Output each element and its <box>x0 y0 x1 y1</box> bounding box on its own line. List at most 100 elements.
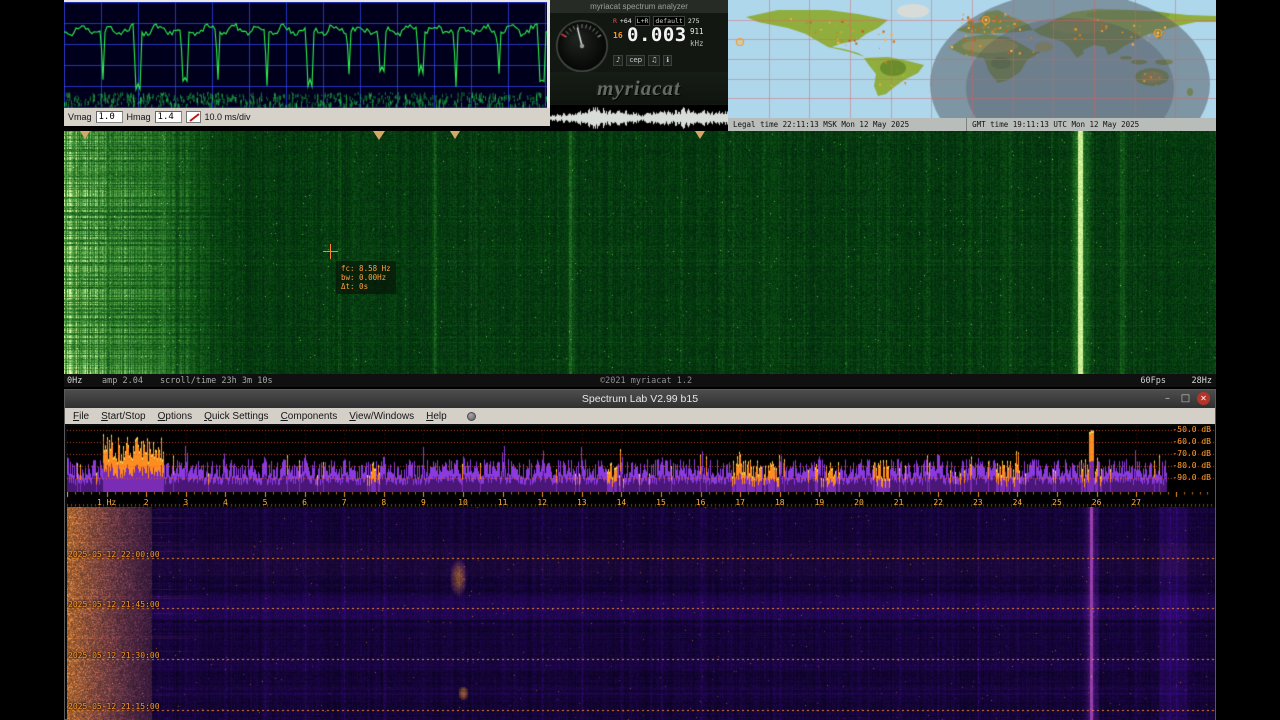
timebase-label: 10.0 ms/div <box>204 112 251 122</box>
db-label: -60.0 dB <box>1172 437 1211 446</box>
db-label: -50.0 dB <box>1172 425 1211 434</box>
timestamp-label: 2025-05-12 21:45:00 <box>68 600 160 609</box>
menu-file[interactable]: File <box>67 411 95 422</box>
menu-start-stop[interactable]: Start/Stop <box>95 411 151 422</box>
frequency-tick-label: 15 <box>656 498 666 507</box>
crosshair <box>330 244 331 259</box>
timestamp-label: 2025-05-12 22:00:00 <box>68 550 160 559</box>
vmag-input[interactable]: 1.0 <box>95 111 123 123</box>
menu-help[interactable]: Help <box>420 411 453 422</box>
frequency-marker[interactable] <box>373 131 385 140</box>
oscilloscope-screen <box>64 0 550 108</box>
frequency-tick-label: 19 <box>814 498 825 507</box>
frequency-tick-label: 17 <box>735 498 746 507</box>
db-label: -80.0 dB <box>1172 461 1211 470</box>
frequency-marker[interactable] <box>695 131 705 139</box>
menu-bar: File Start/Stop Options Quick Settings Compo… <box>65 408 1215 424</box>
frequency-tick-label: 13 <box>576 498 587 507</box>
time-bar: Legal time 22:11:13 MSK Mon 12 May 2025 … <box>728 118 1216 131</box>
frequency-tick-label: 27 <box>1131 498 1142 507</box>
cep-button[interactable]: cep <box>626 55 646 66</box>
frequency-tick-label: 22 <box>933 498 944 507</box>
menu-view-windows[interactable]: View/Windows <box>343 411 420 422</box>
frequency-ruler-canvas <box>67 492 1215 507</box>
frequency-tick-label: 23 <box>972 498 983 507</box>
level-gauge <box>553 15 611 73</box>
menu-options[interactable]: Options <box>152 411 198 422</box>
audio-scope-canvas <box>550 105 728 131</box>
info-button[interactable]: ℹ <box>663 55 673 66</box>
window-buttons: – □ ✕ <box>1161 392 1210 405</box>
frequency-tick-label: 25 <box>1052 498 1062 507</box>
frequency-tick-label: 2 <box>143 498 149 507</box>
frequency-tick-label: 3 <box>183 498 189 507</box>
map-panel: Legal time 22:11:13 MSK Mon 12 May 2025 … <box>728 0 1216 131</box>
frequency-marker[interactable] <box>80 131 90 139</box>
timestamp-label: 2025-05-12 21:30:00 <box>68 651 160 660</box>
lab-waterfall-canvas[interactable] <box>67 507 1215 720</box>
spectrumlab-window: Spectrum Lab V2.99 b15 – □ ✕ File Start/S… <box>64 389 1216 720</box>
tooltip-fc: fc: 8.58 Hz <box>341 264 391 273</box>
frequency-tick-label: 21 <box>893 498 904 507</box>
cursor-mode-icon[interactable] <box>185 111 201 123</box>
legal-time-label: Legal time 22:11:13 MSK Mon 12 May 2025 <box>728 118 968 131</box>
menu-circle-button[interactable] <box>466 411 476 421</box>
status-scroll-time: scroll/time 23h 3m 10s <box>160 376 273 386</box>
frequency-tick-label: 16 <box>695 498 706 507</box>
frequency-display: 0.003 <box>627 24 687 46</box>
status-fps: 60Fps <box>1140 376 1166 386</box>
frequency-tick-label: 10 <box>458 498 468 507</box>
rate-readout: 275 <box>687 17 700 25</box>
db-label: -90.0 dB <box>1172 473 1211 482</box>
frequency-marker[interactable] <box>450 131 460 139</box>
db-label: -70.0 dB <box>1172 449 1211 458</box>
oscilloscope-panel: Vmag 1.0 Hmag 1.4 10.0 ms/div <box>64 0 550 126</box>
frequency-tick-label: 24 <box>1012 498 1023 507</box>
frequency-fraction: 911 <box>690 27 704 36</box>
status-freq-right: 28Hz <box>1191 376 1212 386</box>
status-amp: amp 2.04 <box>102 376 143 386</box>
close-button[interactable]: ✕ <box>1197 392 1210 405</box>
waterfall-panel: fc: 8.58 Hz bw: 0.00Hz Δt: 0s <box>64 131 1216 374</box>
status-freq-left: 0Hz <box>67 376 83 386</box>
myriacat-logo: myriacat <box>550 72 728 104</box>
window-titlebar[interactable]: Spectrum Lab V2.99 b15 <box>65 390 1215 408</box>
status-bar: 0Hz amp 2.04 scroll/time 23h 3m 10s ©202… <box>64 374 1216 387</box>
menu-quick-settings[interactable]: Quick Settings <box>198 411 274 422</box>
frequency-tick-label: 8 <box>381 498 387 507</box>
r-indicator: R <box>613 17 617 25</box>
maximize-button[interactable]: □ <box>1179 392 1192 405</box>
analyzer-button-row: ♪ cep ♫ ℹ <box>613 55 673 66</box>
frequency-tick-label: 5 <box>262 498 268 507</box>
tooltip-bw: bw: 0.00Hz <box>341 273 387 282</box>
frequency-tick-label: 12 <box>537 498 548 507</box>
hmag-input[interactable]: 1.4 <box>154 111 182 123</box>
cursor-tooltip: fc: 8.58 Hz bw: 0.00Hz Δt: 0s <box>336 261 396 294</box>
note-button-1[interactable]: ♪ <box>613 55 624 66</box>
menu-items: File Start/Stop Options Quick Settings Compo… <box>67 411 453 422</box>
window-title: Spectrum Lab V2.99 b15 <box>581 393 699 405</box>
frequency-tick-label: 6 <box>302 498 308 507</box>
frequency-tick-label: 20 <box>854 498 864 507</box>
menu-components[interactable]: Components <box>275 411 344 422</box>
frequency-tick-label: 18 <box>774 498 785 507</box>
note-button-2[interactable]: ♫ <box>648 55 661 66</box>
desktop: Vmag 1.0 Hmag 1.4 10.0 ms/div myriacat s… <box>0 0 1280 720</box>
frequency-unit: kHz <box>690 39 704 48</box>
frequency-tick-label: 9 <box>420 498 426 507</box>
waterfall-canvas[interactable] <box>64 131 1216 374</box>
spectrum-canvas[interactable] <box>67 426 1215 492</box>
frequency-tick-label: 11 <box>497 498 508 507</box>
hmag-label: Hmag <box>126 112 151 122</box>
status-copyright: ©2021 myriacat 1.2 <box>600 376 693 386</box>
gmt-time-label: GMT time 19:11:13 UTC Mon 12 May 2025 <box>972 120 1140 129</box>
minimize-button[interactable]: – <box>1161 392 1174 405</box>
tooltip-dt: Δt: 0s <box>341 282 369 291</box>
band-readout: 16 <box>613 31 623 40</box>
frequency-tick-label: 4 <box>222 498 228 507</box>
analyzer-window: myriacat spectrum analyzer R +64 L+R def… <box>550 0 728 131</box>
frequency-tick-label: 14 <box>616 498 627 507</box>
world-map-canvas[interactable] <box>728 0 1216 118</box>
frequency-tick-label: 26 <box>1091 498 1102 507</box>
frequency-tick-label: 7 <box>341 498 347 507</box>
